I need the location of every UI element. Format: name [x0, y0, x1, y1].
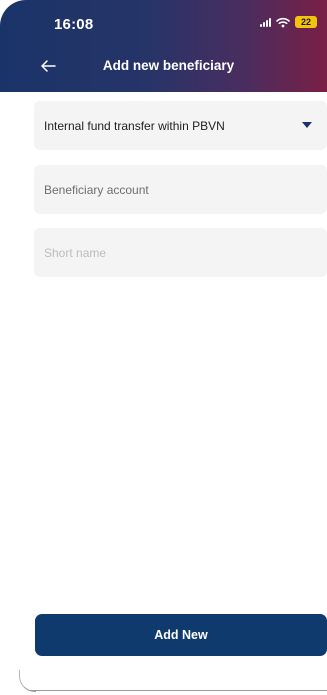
- header-bar: 16:08 22 Add new beneficiary: [0, 0, 327, 92]
- device-frame-corner: [19, 670, 36, 692]
- add-new-button[interactable]: Add New: [35, 614, 327, 656]
- page-title: Add new beneficiary: [102, 58, 235, 73]
- beneficiary-account-field[interactable]: [34, 165, 327, 214]
- transfer-type-value: Internal fund transfer within PBVN: [44, 118, 225, 133]
- transfer-type-select[interactable]: Internal fund transfer within PBVN: [34, 101, 327, 150]
- beneficiary-account-input[interactable]: [44, 182, 327, 197]
- battery-icon: 22: [295, 16, 317, 28]
- status-icons: 22: [260, 16, 317, 28]
- short-name-input[interactable]: [44, 245, 327, 260]
- wifi-icon: [276, 17, 290, 27]
- signal-icon: [260, 17, 271, 27]
- screen: 16:08 22 Add new beneficiary Internal fu…: [0, 0, 327, 695]
- caret-down-icon: [302, 122, 312, 128]
- status-time: 16:08: [54, 16, 94, 33]
- short-name-field[interactable]: [34, 228, 327, 277]
- device-frame-edge: [30, 690, 327, 691]
